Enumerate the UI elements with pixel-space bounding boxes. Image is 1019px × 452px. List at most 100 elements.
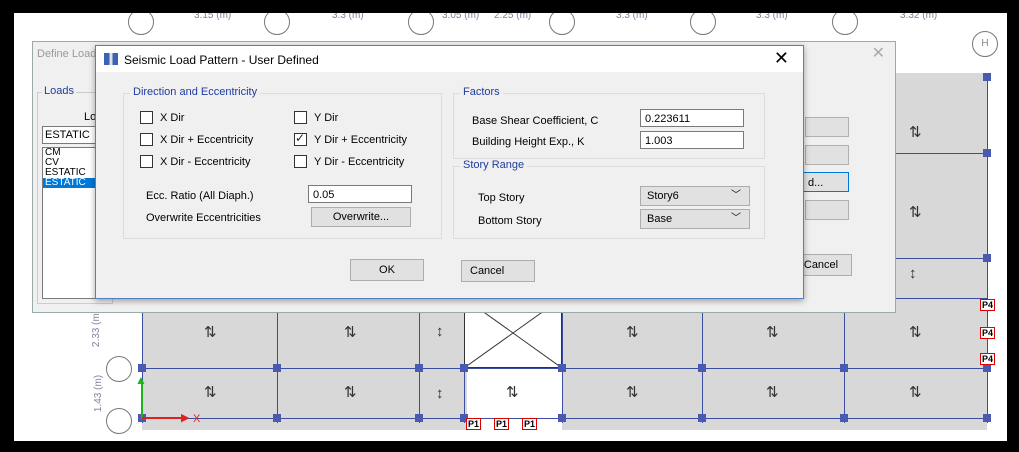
checkbox-label: Y Dir + Eccentricity xyxy=(314,133,408,146)
seismic-load-pattern-dialog: Seismic Load Pattern - User Defined ✕ Di… xyxy=(95,45,804,299)
grid-bubble[interactable] xyxy=(264,13,290,35)
grid-node[interactable] xyxy=(138,364,146,372)
close-icon[interactable]: ✕ xyxy=(774,48,789,69)
add-copy-button[interactable] xyxy=(805,145,849,165)
grid-node[interactable] xyxy=(698,364,706,372)
pier-label: P1 xyxy=(466,418,482,430)
pier-label: P1 xyxy=(494,418,510,430)
grid-line xyxy=(562,298,563,423)
overwrite-ecc-label: Overwrite Eccentricities xyxy=(146,212,261,224)
top-story-value: Story6 xyxy=(647,190,679,202)
height-exp-input[interactable]: 1.003 xyxy=(640,131,744,149)
back-dialog-title: Define Load xyxy=(37,48,97,60)
checkbox-box-checked[interactable] xyxy=(294,131,307,146)
grid-bubble[interactable] xyxy=(832,13,858,35)
dimension-label: 3.15 (m) xyxy=(194,13,232,21)
grid-bubble[interactable] xyxy=(128,13,154,35)
grid-node[interactable] xyxy=(273,364,281,372)
grid-bubble[interactable] xyxy=(106,356,132,382)
slab-direction-icon: ⇅ xyxy=(344,324,357,341)
top-story-select[interactable]: Story6 ﹀ xyxy=(640,186,750,206)
grid-node[interactable] xyxy=(415,414,423,422)
modify-load-button[interactable]: d... xyxy=(803,172,849,192)
dimension-label: 2.33 (m) xyxy=(91,309,103,348)
x-dir-checkbox[interactable]: X Dir xyxy=(140,111,184,124)
slab-area xyxy=(884,73,987,308)
checkbox-box[interactable] xyxy=(140,111,153,124)
height-exp-label: Building Height Exp., K xyxy=(472,136,585,148)
grid-node[interactable] xyxy=(840,414,848,422)
checkbox-label: Y Dir - Eccentricity xyxy=(314,155,405,168)
app-icon xyxy=(104,53,118,65)
grid-node[interactable] xyxy=(983,414,991,422)
dimension-label: 3.05 (m) xyxy=(442,13,480,21)
cancel-button[interactable]: Cancel xyxy=(461,260,535,282)
slab-direction-icon: ⇅ xyxy=(766,384,779,401)
dimension-label: 3.3 (m) xyxy=(756,13,788,21)
y-dir-checkbox[interactable]: Y Dir xyxy=(294,111,338,124)
slab-direction-icon: ⇅ xyxy=(909,324,922,341)
checkbox-label: X Dir xyxy=(160,111,185,124)
direction-group-label: Direction and Eccentricity xyxy=(130,86,261,98)
slab-direction-icon: ↕ xyxy=(436,385,444,402)
bottom-story-select[interactable]: Base ﹀ xyxy=(640,209,750,229)
dialog-titlebar[interactable]: Seismic Load Pattern - User Defined ✕ xyxy=(96,46,803,72)
checkbox-box[interactable] xyxy=(294,155,307,168)
pier-label: P4 xyxy=(980,353,996,365)
slab-direction-icon: ⇅ xyxy=(909,204,922,221)
y-dir-minus-ecc-checkbox[interactable]: Y Dir - Eccentricity xyxy=(294,155,404,168)
grid-bubble[interactable] xyxy=(408,13,434,35)
grid-line xyxy=(884,153,987,154)
grid-node[interactable] xyxy=(698,414,706,422)
dimension-label: 3.32 (m) xyxy=(900,13,938,21)
x-dir-plus-ecc-checkbox[interactable]: X Dir + Eccentricity xyxy=(140,133,253,146)
checkbox-box[interactable] xyxy=(294,111,307,124)
slab-direction-icon: ⇅ xyxy=(506,384,519,401)
grid-node[interactable] xyxy=(558,414,566,422)
y-dir-plus-ecc-checkbox[interactable]: Y Dir + Eccentricity xyxy=(294,131,408,146)
x-dir-minus-ecc-checkbox[interactable]: X Dir - Eccentricity xyxy=(140,155,250,168)
grid-node[interactable] xyxy=(983,364,991,372)
pier-label: P4 xyxy=(980,299,996,311)
chevron-down-icon: ﹀ xyxy=(731,190,741,201)
checkbox-box[interactable] xyxy=(140,133,153,146)
checkbox-label: X Dir - Eccentricity xyxy=(160,155,251,168)
grid-node[interactable] xyxy=(983,73,991,81)
grid-node[interactable] xyxy=(983,254,991,262)
ecc-ratio-input[interactable]: 0.05 xyxy=(308,185,412,203)
base-shear-input[interactable]: 0.223611 xyxy=(640,109,744,127)
direction-eccentricity-group: Direction and Eccentricity X Dir Y Dir X… xyxy=(123,86,442,239)
grid-node[interactable] xyxy=(558,364,566,372)
grid-bubble-h[interactable]: H xyxy=(972,31,998,57)
structural-plan-view[interactable]: ⇅ ⇅ ↕ ⇅ ⇅ ⇅ ⇅ ⇅ ↕ ⇅ ⇅ ⇅ ⇅ ⇅ ⇅ ↕ 3.15 (m)… xyxy=(14,13,1007,441)
delete-load-button[interactable] xyxy=(805,200,849,220)
checkbox-box[interactable] xyxy=(140,155,153,168)
close-icon[interactable]: ✕ xyxy=(872,43,885,63)
grid-node[interactable] xyxy=(273,414,281,422)
bottom-story-label: Bottom Story xyxy=(478,215,542,227)
axis-x-label: X xyxy=(193,413,201,425)
axis-x-arrow xyxy=(142,417,186,419)
grid-line xyxy=(884,258,987,259)
grid-node[interactable] xyxy=(840,364,848,372)
add-load-button[interactable] xyxy=(805,117,849,137)
overwrite-button[interactable]: Overwrite... xyxy=(311,207,411,227)
grid-line xyxy=(844,298,845,423)
loads-group-label: Loads xyxy=(42,85,76,97)
top-story-label: Top Story xyxy=(478,192,525,204)
grid-node[interactable] xyxy=(415,364,423,372)
dialog-title: Seismic Load Pattern - User Defined xyxy=(124,53,319,67)
grid-node[interactable] xyxy=(460,364,468,372)
ecc-ratio-label: Ecc. Ratio (All Diaph.) xyxy=(146,190,254,202)
slab-direction-icon: ⇅ xyxy=(766,324,779,341)
dimension-label: 1.43 (m) xyxy=(93,374,105,413)
slab-direction-icon: ⇅ xyxy=(626,324,639,341)
grid-bubble[interactable] xyxy=(549,13,575,35)
pier-label: P4 xyxy=(980,327,996,339)
grid-node[interactable] xyxy=(983,149,991,157)
factors-group: Factors Base Shear Coefficient, C 0.2236… xyxy=(453,86,765,159)
grid-bubble[interactable] xyxy=(690,13,716,35)
ok-button[interactable]: OK xyxy=(350,259,424,281)
slab-direction-icon: ⇅ xyxy=(909,124,922,141)
grid-bubble[interactable] xyxy=(106,408,132,434)
